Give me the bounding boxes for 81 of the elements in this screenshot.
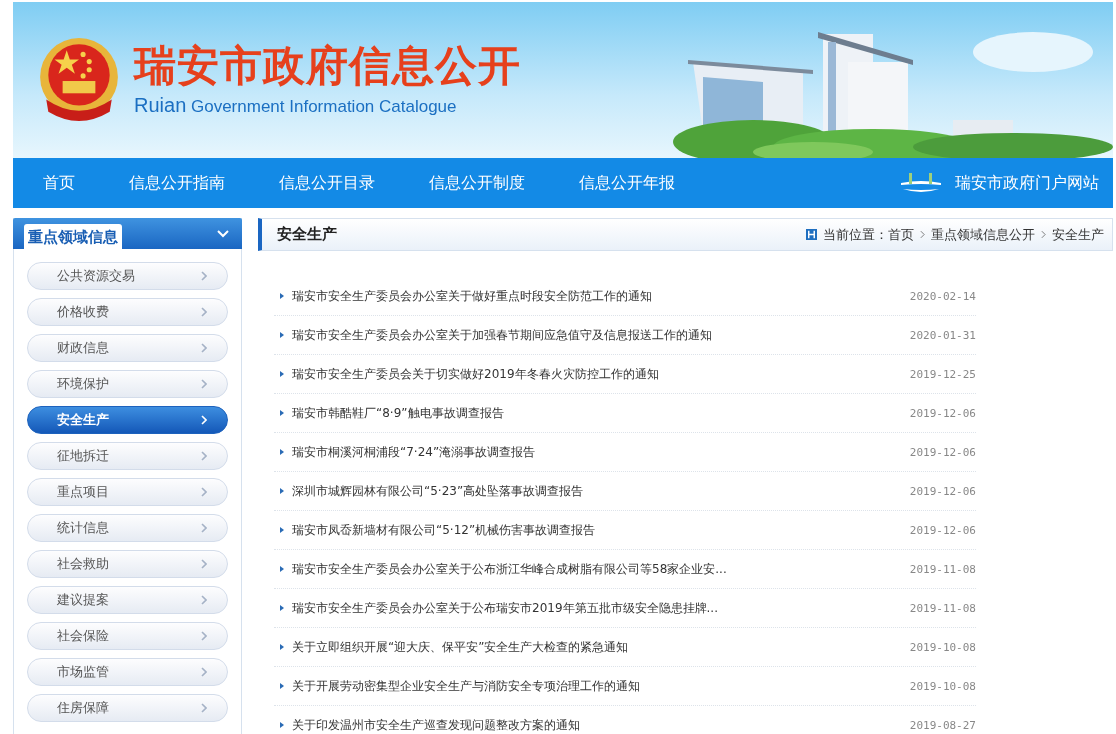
- article-date: 2019-12-06: [909, 523, 976, 537]
- sidebar-item[interactable]: 社会保险: [27, 622, 228, 650]
- sidebar-item[interactable]: 住房保障: [27, 694, 228, 722]
- article-date: 2019-11-08: [909, 562, 976, 576]
- bullet-icon: [280, 722, 284, 728]
- article-link[interactable]: 瑞安市安全生产委员会关于切实做好2019年冬春火灾防控工作的通知: [292, 365, 910, 383]
- breadcrumb-link[interactable]: 重点领域信息公开: [931, 225, 1035, 244]
- chevron-right-icon: [201, 631, 207, 641]
- bullet-icon: [280, 410, 284, 416]
- sidebar-item[interactable]: 市场监管: [27, 658, 228, 686]
- bullet-icon: [280, 371, 284, 377]
- sidebar-item[interactable]: 公共资源交易: [27, 262, 228, 290]
- bullet-icon: [280, 332, 284, 338]
- article-link[interactable]: 关于开展劳动密集型企业安全生产与消防安全专项治理工作的通知: [292, 677, 910, 695]
- sidebar-item[interactable]: 价格收费: [27, 298, 228, 326]
- sidebar-item[interactable]: 统计信息: [27, 514, 228, 542]
- breadcrumb-label: 当前位置：: [823, 225, 888, 244]
- nav-link[interactable]: 首页: [43, 172, 75, 194]
- bullet-icon: [280, 527, 284, 533]
- chevron-right-icon: [201, 667, 207, 677]
- article-link[interactable]: 瑞安市桐溪河桐浦段“7·24”淹溺事故调查报告: [292, 443, 910, 461]
- chevron-right-icon: [1041, 230, 1046, 239]
- article-link[interactable]: 瑞安市凤岙新墙材有限公司“5·12”机械伤害事故调查报告: [292, 521, 910, 539]
- nav-link[interactable]: 信息公开目录: [279, 172, 375, 194]
- breadcrumb-link[interactable]: 安全生产: [1052, 225, 1104, 244]
- site-subtitle: Ruian Government Information Catalogue: [134, 93, 458, 117]
- article-date: 2019-12-06: [909, 406, 976, 420]
- bullet-icon: [280, 566, 284, 572]
- chevron-right-icon: [201, 487, 207, 497]
- article-date: 2020-01-31: [909, 328, 976, 342]
- sidebar-item[interactable]: 重点项目: [27, 478, 228, 506]
- article-date: 2019-12-06: [909, 445, 976, 459]
- bullet-icon: [280, 644, 284, 650]
- nav-link[interactable]: 信息公开年报: [579, 172, 675, 194]
- sidebar-item[interactable]: 征地拆迁: [27, 442, 228, 470]
- portal-link[interactable]: 瑞安市政府门户网站: [955, 172, 1099, 194]
- bullet-icon: [280, 488, 284, 494]
- sidebar-item[interactable]: 安全生产: [27, 406, 228, 434]
- nav-link[interactable]: 信息公开指南: [129, 172, 225, 194]
- bullet-icon: [280, 683, 284, 689]
- article-date: 2019-12-06: [909, 484, 976, 498]
- article-link[interactable]: 关于立即组织开展“迎大庆、保平安”安全生产大检查的紧急通知: [292, 638, 910, 656]
- chevron-right-icon: [201, 703, 207, 713]
- chevron-right-icon: [201, 343, 207, 353]
- article-link[interactable]: 瑞安市安全生产委员会办公室关于公布瑞安市2019年第五批市级安全隐患挂牌...: [292, 599, 910, 617]
- article-link[interactable]: 深圳市城辉园林有限公司“5·23”高处坠落事故调查报告: [292, 482, 910, 500]
- section-title: 安全生产: [277, 225, 337, 244]
- article-date: 2019-10-08: [909, 640, 976, 654]
- bullet-icon: [280, 293, 284, 299]
- article-date: 2019-11-08: [909, 601, 976, 615]
- chevron-down-icon[interactable]: [217, 229, 229, 238]
- chevron-right-icon: [201, 451, 207, 461]
- sidebar-item[interactable]: 财政信息: [27, 334, 228, 362]
- bullet-icon: [280, 605, 284, 611]
- sidebar-item[interactable]: 环境保护: [27, 370, 228, 398]
- sidebar-title: 重点领域信息: [24, 224, 122, 249]
- chevron-right-icon: [201, 415, 207, 425]
- chevron-right-icon: [920, 230, 925, 239]
- chevron-right-icon: [201, 271, 207, 281]
- chevron-right-icon: [201, 559, 207, 569]
- article-date: 2019-10-08: [909, 679, 976, 693]
- breadcrumb-link[interactable]: 首页: [888, 225, 914, 244]
- article-date: 2019-08-27: [909, 718, 976, 732]
- article-date: 2019-12-25: [909, 367, 976, 381]
- chevron-right-icon: [201, 523, 207, 533]
- article-link[interactable]: 瑞安市安全生产委员会办公室关于做好重点时段安全防范工作的通知: [292, 287, 910, 305]
- article-link[interactable]: 关于印发温州市安全生产巡查发现问题整改方案的通知: [292, 716, 910, 734]
- sidebar-item[interactable]: 社会救助: [27, 550, 228, 578]
- chevron-right-icon: [201, 595, 207, 605]
- sidebar-item[interactable]: 建议提案: [27, 586, 228, 614]
- article-date: 2020-02-14: [909, 289, 976, 303]
- emblem-icon: [38, 36, 120, 124]
- chevron-right-icon: [201, 379, 207, 389]
- bridge-icon: [899, 171, 943, 195]
- bullet-icon: [280, 449, 284, 455]
- article-link[interactable]: 瑞安市韩酷鞋厂“8·9”触电事故调查报告: [292, 404, 910, 422]
- article-link[interactable]: 瑞安市安全生产委员会办公室关于加强春节期间应急值守及信息报送工作的通知: [292, 326, 910, 344]
- site-title: 瑞安市政府信息公开: [134, 43, 521, 90]
- chevron-right-icon: [201, 307, 207, 317]
- nav-link[interactable]: 信息公开制度: [429, 172, 525, 194]
- article-link[interactable]: 瑞安市安全生产委员会办公室关于公布浙江华峰合成树脂有限公司等58家企业安...: [292, 560, 910, 578]
